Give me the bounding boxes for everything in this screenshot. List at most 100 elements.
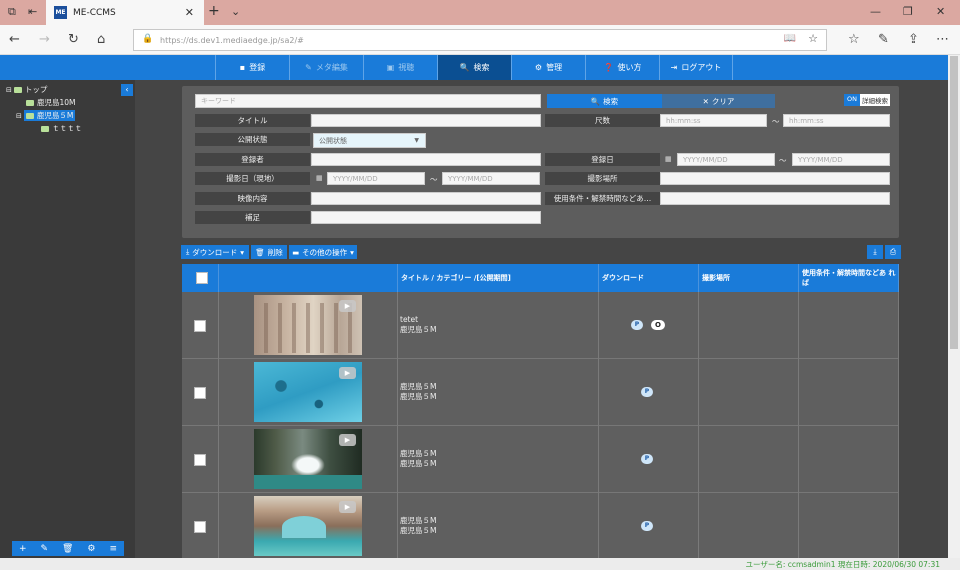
table-row[interactable]: ▶ 鹿児島５M 鹿児島５M P xyxy=(182,426,899,493)
other-actions-label: その他の操作 xyxy=(302,247,348,257)
shoot-from-input[interactable]: YYYY/MM/DD xyxy=(327,172,425,185)
place-column-header[interactable]: 撮影場所 xyxy=(699,264,799,292)
download-icon: ⤓ xyxy=(185,247,190,256)
reading-view-icon[interactable]: 📖 xyxy=(784,33,796,44)
shoot-place-input[interactable] xyxy=(660,172,890,185)
add-folder-icon[interactable]: + xyxy=(19,544,27,554)
forward-icon[interactable]: → xyxy=(39,32,50,47)
menu-icon[interactable]: ≡ xyxy=(109,544,117,554)
delete-folder-icon[interactable]: 🗑 xyxy=(62,544,73,554)
tree-item-tttt[interactable]: ｔｔｔｔ xyxy=(41,122,82,135)
select-all-checkbox[interactable] xyxy=(195,272,208,284)
nav-register[interactable]: ▪ 登録 xyxy=(215,55,289,80)
play-icon[interactable]: ▶ xyxy=(339,300,356,312)
status-select-value: 公開状態 xyxy=(319,136,347,145)
terms-column-header[interactable]: 使用条件・解禁時間などあ れば xyxy=(799,264,899,292)
close-window-icon[interactable]: ✕ xyxy=(936,5,945,18)
tree-item-kagoshima10m[interactable]: 鹿児島10M xyxy=(26,96,82,109)
download-p-badge[interactable]: P xyxy=(641,387,653,397)
video-thumbnail[interactable]: ▶ xyxy=(254,496,362,556)
close-tab-icon[interactable]: ✕ xyxy=(185,6,194,19)
back-icon[interactable]: ← xyxy=(9,32,20,47)
status-select[interactable]: 公開状態 ▼ xyxy=(313,133,426,148)
detail-search-toggle[interactable]: ON 詳細検索 xyxy=(844,94,890,106)
tree-item-kagoshima5m[interactable]: ⊟ 鹿児島５M xyxy=(16,109,82,122)
terms-input[interactable] xyxy=(660,192,890,205)
print-button[interactable]: ⎙ xyxy=(885,245,901,259)
minimize-icon[interactable]: — xyxy=(870,5,881,18)
registered-to-input[interactable]: YYYY/MM/DD xyxy=(792,153,890,166)
set-aside-tabs-icon[interactable]: ⇤ xyxy=(28,5,37,18)
download-o-badge[interactable]: O xyxy=(651,320,665,330)
url-field[interactable]: 🔒 https://ds.dev1.mediaedge.jp/sa2/# 📖 ☆ xyxy=(133,29,827,51)
sidebar-collapse-button[interactable]: ‹ xyxy=(121,84,133,96)
row-checkbox[interactable] xyxy=(194,386,206,399)
search-button[interactable]: 🔍 検索 xyxy=(547,94,662,108)
download-p-badge[interactable]: P xyxy=(641,521,653,531)
calendar-icon[interactable]: ▦ xyxy=(665,155,672,163)
nav-logout[interactable]: ⇥ ログアウト xyxy=(659,55,733,80)
clear-button[interactable]: ✕ クリア xyxy=(662,94,775,108)
video-thumbnail[interactable]: ▶ xyxy=(254,362,362,422)
play-icon[interactable]: ▶ xyxy=(339,367,356,379)
nav-search[interactable]: 🔍 検索 xyxy=(437,55,511,80)
scrollbar-thumb[interactable] xyxy=(950,56,958,349)
nav-help[interactable]: ❓ 使い方 xyxy=(585,55,659,80)
nav-label: 検索 xyxy=(473,63,490,72)
video-thumbnail[interactable]: ▶ xyxy=(254,295,362,355)
favorite-star-icon[interactable]: ☆ xyxy=(808,32,818,45)
share-icon[interactable]: ⇪ xyxy=(908,32,919,47)
content-input[interactable] xyxy=(311,192,541,205)
refresh-icon[interactable]: ↻ xyxy=(68,32,79,47)
tab-list-chevron-icon[interactable]: ⌄ xyxy=(231,5,240,18)
download-column-header[interactable]: ダウンロード xyxy=(599,264,699,292)
length-from-input[interactable]: hh:mm:ss xyxy=(660,114,767,127)
shoot-to-input[interactable]: YYYY/MM/DD xyxy=(442,172,540,185)
edit-folder-icon[interactable]: ✎ xyxy=(41,544,49,554)
play-icon[interactable]: ▶ xyxy=(339,434,356,446)
help-icon: ❓ xyxy=(603,63,614,72)
folder-icon xyxy=(25,112,34,119)
home-icon[interactable]: ⌂ xyxy=(97,32,105,47)
keyword-input[interactable]: キーワード xyxy=(195,94,541,108)
video-thumbnail[interactable]: ▶ xyxy=(254,429,362,489)
favorites-hub-icon[interactable]: ☆ xyxy=(848,32,860,47)
other-actions-button[interactable]: ▬ その他の操作 ▾ xyxy=(289,245,357,259)
table-row[interactable]: ▶ 鹿児島５M 鹿児島５M P xyxy=(182,359,899,426)
new-tab-icon[interactable]: + xyxy=(208,3,220,19)
delete-button[interactable]: 🗑 削除 xyxy=(251,245,287,259)
more-icon[interactable]: ⋯ xyxy=(936,32,949,47)
browser-tab[interactable]: ME ME-CCMS ✕ xyxy=(46,0,204,25)
row-checkbox[interactable] xyxy=(194,453,206,466)
table-row[interactable]: ▶ 鹿児島５M 鹿児島５M P xyxy=(182,493,899,558)
registrant-input[interactable] xyxy=(311,153,541,166)
folder-settings-icon[interactable]: ⚙ xyxy=(87,544,95,554)
nav-view[interactable]: ▣ 視聴 xyxy=(363,55,437,80)
nav-label: 視聴 xyxy=(398,63,415,72)
tab-actions-icon[interactable]: ⧉ xyxy=(8,5,16,19)
title-label: タイトル xyxy=(195,114,310,127)
export-button[interactable]: ⤓ xyxy=(867,245,883,259)
registrant-label: 登録者 xyxy=(195,153,310,166)
download-p-badge[interactable]: P xyxy=(631,320,643,330)
length-to-input[interactable]: hh:mm:ss xyxy=(783,114,890,127)
search-button-label: 検索 xyxy=(603,96,619,106)
title-input[interactable] xyxy=(311,114,541,127)
notes-pen-icon[interactable]: ✎ xyxy=(878,32,889,47)
nav-admin[interactable]: ⚙ 管理 xyxy=(511,55,585,80)
note-input[interactable] xyxy=(311,211,541,224)
collapse-icon[interactable]: ⊟ xyxy=(16,112,22,120)
row-checkbox[interactable] xyxy=(194,520,206,533)
row-checkbox[interactable] xyxy=(194,319,206,332)
table-row[interactable]: ▶ tetet 鹿児島５M P O xyxy=(182,292,899,359)
tree-item-top[interactable]: ⊟ トップ xyxy=(6,83,82,96)
restore-icon[interactable]: ❐ xyxy=(903,5,913,18)
registered-from-input[interactable]: YYYY/MM/DD xyxy=(677,153,775,166)
calendar-icon[interactable]: ▦ xyxy=(316,174,323,182)
collapse-icon[interactable]: ⊟ xyxy=(6,86,12,94)
download-button[interactable]: ⤓ ダウンロード ▾ xyxy=(181,245,249,259)
title-column-header[interactable]: タイトル / カテゴリー /[公開期間] xyxy=(398,264,599,292)
download-p-badge[interactable]: P xyxy=(641,454,653,464)
nav-meta-edit[interactable]: ✎ メタ編集 xyxy=(289,55,363,80)
play-icon[interactable]: ▶ xyxy=(339,501,356,513)
